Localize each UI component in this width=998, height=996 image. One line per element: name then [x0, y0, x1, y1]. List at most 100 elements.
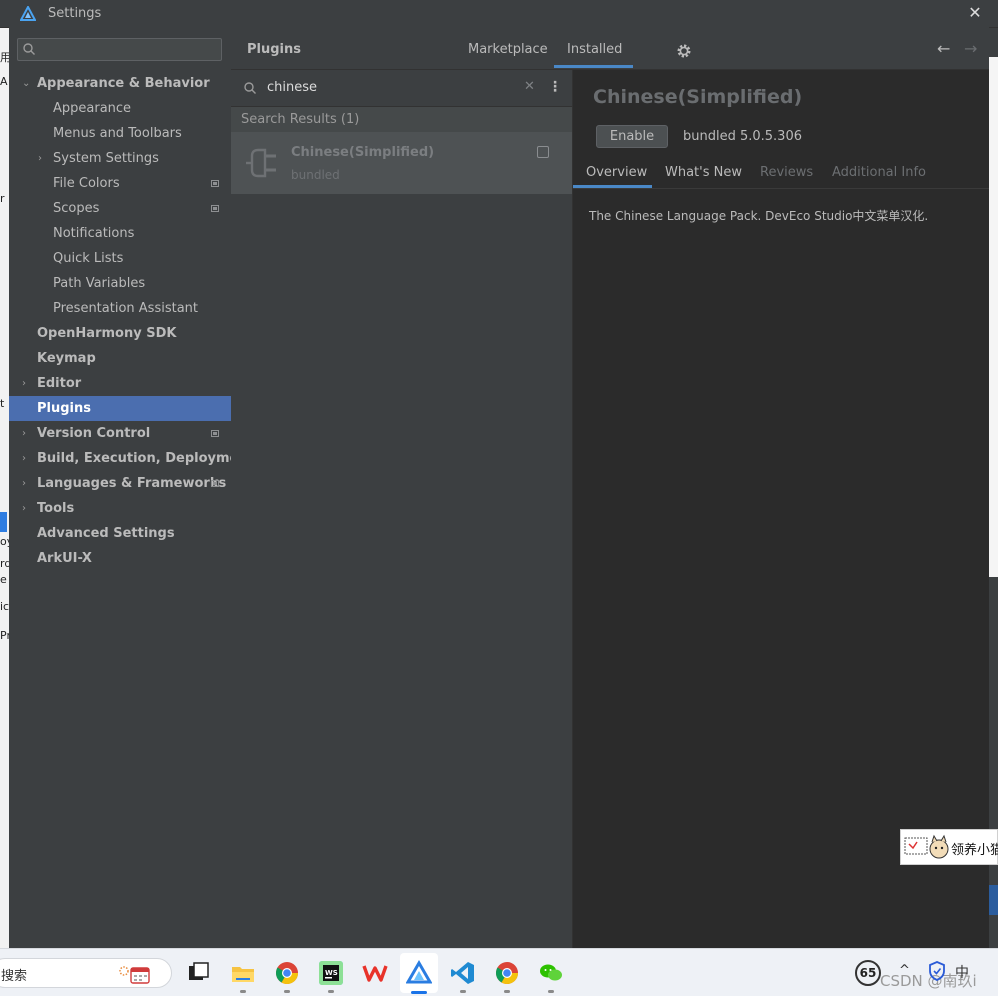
chevron-right-icon: ›	[22, 503, 26, 514]
sidebar-item-label: Plugins	[37, 401, 91, 416]
active-indicator	[411, 991, 427, 994]
running-indicator	[240, 990, 246, 993]
plugin-list-item[interactable]: Chinese(Simplified) bundled	[231, 132, 572, 194]
plugin-plug-icon	[246, 148, 276, 178]
tab-marketplace[interactable]: Marketplace	[468, 42, 548, 57]
sidebar-item-label: Menus and Toolbars	[53, 126, 182, 141]
search-results-header: Search Results (1)	[231, 107, 572, 132]
sidebar-item-system-settings[interactable]: › System Settings	[9, 146, 231, 171]
background-white-panel	[989, 57, 998, 577]
background-window-edge-left: 用 A r t oy rd e ic Pr	[0, 27, 9, 948]
plugin-enable-checkbox[interactable]	[537, 146, 549, 158]
sidebar-item-openharmony-sdk[interactable]: OpenHarmony SDK	[9, 321, 231, 346]
sidebar-item-label: OpenHarmony SDK	[37, 326, 177, 341]
close-icon[interactable]: ✕	[966, 3, 984, 23]
tab-whats-new[interactable]: What's New	[665, 165, 742, 180]
sidebar-item-plugins[interactable]: Plugins	[9, 396, 231, 421]
sidebar-item-label: Appearance & Behavior	[37, 76, 210, 91]
sidebar-item-languages-frameworks[interactable]: › Languages & Frameworks	[9, 471, 231, 496]
chevron-right-icon: ›	[22, 378, 26, 389]
running-indicator	[284, 990, 290, 993]
sidebar-item-build-execution-deployment[interactable]: › Build, Execution, Deployment	[9, 446, 254, 471]
background-glyph: A	[0, 75, 8, 88]
plugin-list-empty-area	[231, 194, 572, 948]
calendar-doodle-icon	[119, 966, 150, 984]
tab-overview[interactable]: Overview	[586, 165, 647, 180]
sidebar-item-version-control[interactable]: › Version Control	[9, 421, 231, 446]
back-arrow-icon[interactable]: ←	[937, 39, 950, 58]
sidebar-item-scopes[interactable]: Scopes	[9, 196, 231, 221]
plugin-version: bundled 5.0.5.306	[683, 129, 802, 144]
settings-dialog: Settings ✕ ⌄ Appearance & Behavior Appea…	[0, 0, 998, 948]
page-title: Plugins	[247, 42, 301, 57]
taskbar: 搜索 WS 65 ^ CSDN @南玖i 中	[0, 948, 998, 996]
sidebar-item-path-variables[interactable]: Path Variables	[9, 271, 231, 296]
chrome-app-icon[interactable]	[274, 960, 300, 986]
chevron-right-icon: ›	[22, 428, 26, 439]
deveco-studio-app-icon[interactable]	[406, 960, 432, 986]
project-level-icon	[211, 480, 219, 487]
chevron-right-icon: ›	[38, 153, 42, 164]
forward-arrow-icon[interactable]: →	[964, 39, 977, 58]
search-icon	[23, 43, 35, 55]
file-explorer-app-icon[interactable]	[230, 960, 256, 986]
settings-search-input[interactable]	[17, 38, 222, 61]
sidebar-item-keymap[interactable]: Keymap	[9, 346, 231, 371]
plugins-header: Plugins Marketplace Installed ← →	[231, 27, 989, 70]
tray-badge[interactable]: 65	[855, 960, 881, 986]
chrome-app-icon[interactable]	[494, 960, 520, 986]
tab-installed[interactable]: Installed	[567, 42, 622, 57]
plugin-detail-name: Chinese(Simplified)	[593, 86, 803, 108]
tab-reviews[interactable]: Reviews	[760, 165, 813, 180]
sidebar-item-editor[interactable]: › Editor	[9, 371, 231, 396]
plugin-list-panel: chinese ✕ ⋮ Search Results (1) Chinese(S…	[231, 70, 573, 948]
plugin-search-value: chinese	[267, 80, 318, 95]
sidebar-item-label: Keymap	[37, 351, 96, 366]
sidebar-item-label: System Settings	[53, 151, 159, 166]
gear-icon[interactable]	[676, 43, 692, 59]
running-indicator	[460, 990, 466, 993]
sidebar-item-appearance[interactable]: Appearance	[9, 96, 231, 121]
svg-text:WS: WS	[325, 969, 338, 977]
running-indicator	[504, 990, 510, 993]
sidebar-item-notifications[interactable]: Notifications	[9, 221, 231, 246]
ime-indicator[interactable]: 中	[955, 962, 969, 982]
cat-sticker-icon	[904, 834, 949, 859]
terminal-app-icon[interactable]	[186, 960, 212, 986]
sidebar-item-label: Tools	[37, 501, 75, 516]
sidebar-item-appearance-behavior[interactable]: ⌄ Appearance & Behavior	[9, 71, 231, 96]
more-options-icon[interactable]: ⋮	[548, 79, 562, 95]
sidebar-item-label: ArkUI-X	[37, 551, 92, 566]
sidebar-item-label: Advanced Settings	[37, 526, 175, 541]
sidebar-item-tools[interactable]: › Tools	[9, 496, 231, 521]
clear-search-icon[interactable]: ✕	[524, 79, 535, 94]
sidebar-item-advanced-settings[interactable]: Advanced Settings	[9, 521, 231, 546]
plugin-search-input[interactable]: chinese ✕ ⋮	[231, 70, 572, 107]
active-tab-indicator	[554, 65, 633, 68]
plugin-status: bundled	[291, 168, 340, 182]
taskbar-search-input[interactable]: 搜索	[0, 958, 172, 988]
plugin-detail-panel: Chinese(Simplified) Enable bundled 5.0.5…	[573, 70, 989, 948]
floating-widget[interactable]: 领养小猫	[900, 829, 998, 865]
enable-button[interactable]: Enable	[596, 125, 668, 148]
sidebar-item-arkui-x[interactable]: ArkUI-X	[9, 546, 231, 571]
sidebar-item-file-colors[interactable]: File Colors	[9, 171, 231, 196]
wechat-app-icon[interactable]	[538, 960, 564, 986]
settings-sidebar: ⌄ Appearance & Behavior Appearance Menus…	[9, 27, 254, 948]
background-glyph: ic	[0, 600, 9, 613]
sidebar-item-label: Presentation Assistant	[53, 301, 198, 316]
sidebar-item-quick-lists[interactable]: Quick Lists	[9, 246, 231, 271]
tab-additional-info[interactable]: Additional Info	[832, 165, 926, 180]
background-glyph: r	[0, 192, 5, 205]
search-results-label: Search Results (1)	[241, 112, 360, 127]
webstorm-app-icon[interactable]: WS	[318, 960, 344, 986]
sidebar-item-label: Notifications	[53, 226, 135, 241]
sidebar-item-label: Scopes	[53, 201, 100, 216]
sidebar-item-label: Quick Lists	[53, 251, 124, 266]
shield-icon[interactable]	[928, 961, 946, 981]
widget-text: 领养小猫	[951, 843, 998, 858]
wps-app-icon[interactable]	[362, 960, 388, 986]
vscode-app-icon[interactable]	[450, 960, 476, 986]
sidebar-item-presentation-assistant[interactable]: Presentation Assistant	[9, 296, 231, 321]
sidebar-item-menus-toolbars[interactable]: Menus and Toolbars	[9, 121, 231, 146]
